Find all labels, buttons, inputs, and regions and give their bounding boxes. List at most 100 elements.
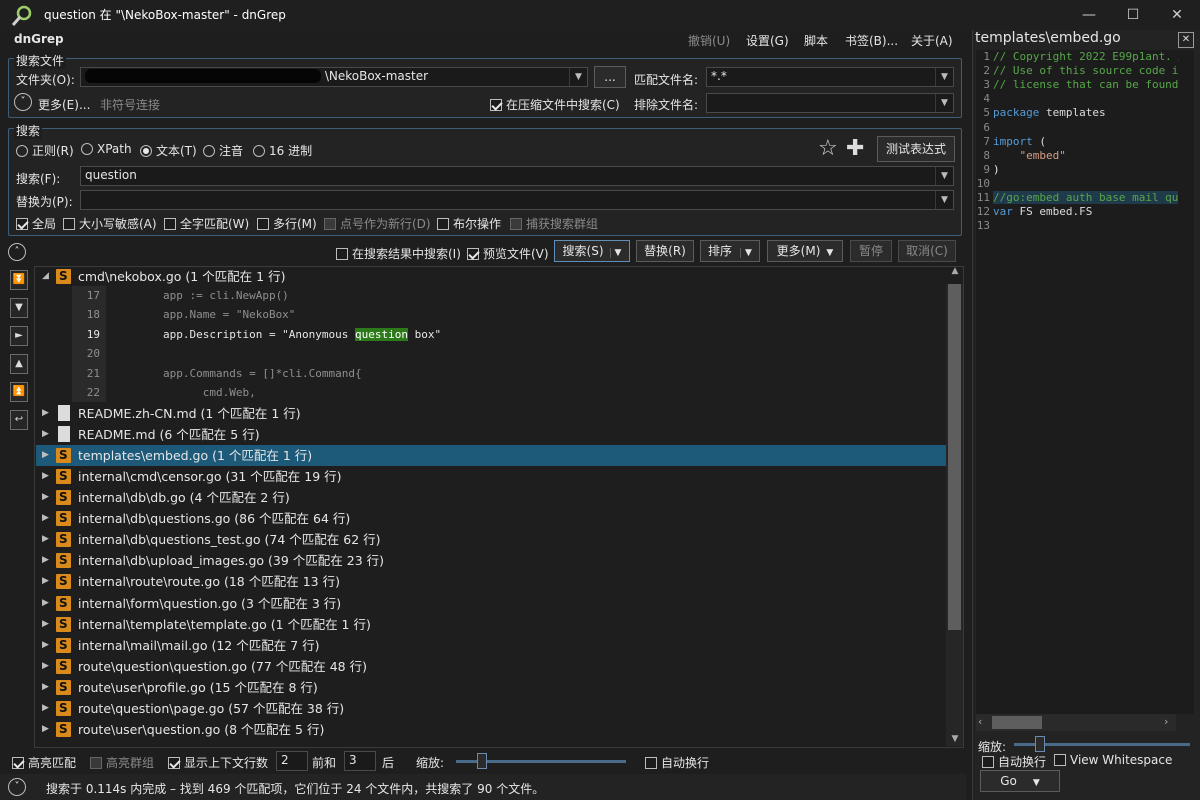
previous-file-icon[interactable]: ▲ — [10, 354, 28, 374]
expand-arrow-icon[interactable]: ▶ — [42, 529, 52, 550]
mode-xpath[interactable]: XPath — [81, 142, 132, 156]
wrap-checkbox[interactable] — [645, 757, 657, 769]
search-button[interactable]: 搜索(S) ▼ — [554, 240, 630, 262]
chevron-down-icon[interactable]: ▼ — [740, 248, 752, 258]
hscroll-thumb[interactable] — [992, 716, 1042, 729]
whitespace-checkbox[interactable] — [1054, 754, 1066, 766]
mode-hex[interactable]: 16 进制 — [253, 142, 312, 159]
regex-radio[interactable] — [16, 145, 28, 157]
option-multiline[interactable]: 多行(M) — [257, 215, 317, 232]
pause-button[interactable]: 暂停 — [850, 240, 892, 262]
global-checkbox[interactable] — [16, 218, 28, 230]
close-button[interactable]: ✕ — [1162, 4, 1192, 26]
result-file-row[interactable]: ▶ route\user\profile.go (15 个匹配在 8 行) — [36, 677, 946, 698]
replace-input[interactable]: ▼ — [80, 190, 954, 210]
result-file-row[interactable]: ▶ internal\cmd\censor.go (31 个匹配在 19 行) — [36, 466, 946, 487]
exclude-filename-combo[interactable]: ▼ — [706, 93, 954, 113]
result-file-row[interactable]: ▶ templates\embed.go (1 个匹配在 1 行) — [36, 445, 946, 467]
scroll-right-icon[interactable]: › — [1164, 715, 1168, 728]
expand-status-icon[interactable]: ˅ — [8, 778, 26, 796]
cancel-button[interactable]: 取消(C) — [898, 240, 956, 262]
option-global[interactable]: 全局 — [16, 215, 56, 232]
sort-button[interactable]: 排序 ▼ — [700, 240, 760, 262]
context-after-input[interactable]: 3 — [344, 751, 376, 771]
show-context-option[interactable]: 显示上下文行数 — [168, 754, 268, 771]
preview-zoom-thumb[interactable] — [1035, 736, 1046, 752]
result-file-row[interactable]: ▶ internal\form\question.go (3 个匹配在 3 行) — [36, 593, 946, 614]
replace-button[interactable]: 替换(R) — [636, 240, 694, 262]
expand-arrow-icon[interactable]: ▶ — [42, 593, 52, 614]
collapse-all-icon[interactable]: ⏫ — [10, 382, 28, 402]
result-file-row[interactable]: ▶ internal\route\route.go (18 个匹配在 13 行) — [36, 571, 946, 592]
boolean-checkbox[interactable] — [437, 218, 449, 230]
phonetic-radio[interactable] — [203, 145, 215, 157]
context-before-input[interactable]: 2 — [276, 751, 308, 771]
result-file-row[interactable]: ▶ internal\template\template.go (1 个匹配在 1… — [36, 614, 946, 635]
preview-file-option[interactable]: 预览文件(V) — [467, 245, 549, 262]
expand-arrow-icon[interactable]: ▶ — [42, 487, 52, 508]
search-input[interactable]: question ▼ — [80, 166, 954, 186]
maximize-button[interactable]: ☐ — [1118, 4, 1148, 26]
result-file-row[interactable]: ▶ README.zh-CN.md (1 个匹配在 1 行) — [36, 403, 946, 424]
more-button[interactable]: 更多(M) ▼ — [767, 240, 843, 262]
expand-arrow-icon[interactable]: ▶ — [42, 677, 52, 698]
whitespace-option[interactable]: View Whitespace — [1054, 753, 1172, 767]
preview-file-checkbox[interactable] — [467, 248, 479, 260]
script-menu[interactable]: 脚本 — [804, 32, 828, 49]
next-match-icon[interactable]: ► — [10, 326, 28, 346]
scroll-left-icon[interactable]: ‹ — [978, 715, 982, 728]
scrollbar-thumb[interactable] — [948, 284, 961, 630]
result-file-row[interactable]: ▶ internal\db\upload_images.go (39 个匹配在 2… — [36, 550, 946, 571]
case-sensitive-checkbox[interactable] — [63, 218, 75, 230]
show-context-checkbox[interactable] — [168, 757, 180, 769]
test-expression-button[interactable]: 测试表达式 — [877, 136, 955, 162]
minimize-button[interactable]: — — [1074, 4, 1104, 26]
highlight-option[interactable]: 高亮匹配 — [12, 754, 76, 771]
expand-arrow-icon[interactable]: ▶ — [42, 656, 52, 677]
chevron-down-icon[interactable]: ▼ — [609, 248, 622, 258]
editor-vscroll[interactable] — [1179, 50, 1194, 714]
expand-arrow-icon[interactable]: ▶ — [42, 550, 52, 571]
hex-radio[interactable] — [253, 145, 265, 157]
collapse-icon[interactable]: ˄ — [8, 243, 26, 261]
results-scrollbar[interactable] — [946, 284, 963, 746]
result-file-row[interactable]: ▶ route\question\page.go (57 个匹配在 38 行) — [36, 698, 946, 719]
xpath-radio[interactable] — [81, 143, 93, 155]
zoom-thumb[interactable] — [476, 753, 487, 769]
expand-arrow-icon[interactable]: ▶ — [42, 424, 52, 445]
wrap-option[interactable]: 自动换行 — [645, 754, 709, 771]
result-file-row[interactable]: ▶ internal\mail\mail.go (12 个匹配在 7 行) — [36, 635, 946, 656]
about-menu[interactable]: 关于(A) — [911, 32, 953, 49]
close-preview-icon[interactable]: ✕ — [1178, 32, 1194, 48]
archive-search-option[interactable]: 在压缩文件中搜索(C) — [490, 96, 620, 113]
preview-zoom-slider[interactable] — [1014, 736, 1190, 752]
result-file-row[interactable]: ▶ internal\db\questions.go (86 个匹配在 64 行) — [36, 508, 946, 529]
mode-text[interactable]: 文本(T) — [140, 142, 197, 159]
option-whole-word[interactable]: 全字匹配(W) — [164, 215, 249, 232]
preview-wrap-option[interactable]: 自动换行 — [982, 753, 1046, 770]
scroll-down-icon[interactable]: ▼ — [948, 734, 962, 748]
expand-arrow-icon[interactable]: ▶ — [42, 466, 52, 487]
undo-menu[interactable]: 撤销(U) — [688, 32, 730, 49]
result-file-row[interactable]: ▶ internal\db\db.go (4 个匹配在 2 行) — [36, 487, 946, 508]
result-file-row[interactable]: ▶ route\user\question.go (8 个匹配在 5 行) — [36, 719, 946, 740]
expand-arrow-icon[interactable]: ▶ — [42, 719, 52, 740]
expand-arrow-icon[interactable]: ▶ — [42, 614, 52, 635]
expand-arrow-icon[interactable]: ▶ — [42, 698, 52, 719]
star-icon[interactable]: ☆ — [818, 138, 838, 160]
highlight-checkbox[interactable] — [12, 757, 24, 769]
multiline-checkbox[interactable] — [257, 218, 269, 230]
preview-editor[interactable]: 1// Copyright 2022 E99p1ant. All 2// Use … — [976, 50, 1194, 714]
plus-icon[interactable]: ✚ — [846, 138, 864, 160]
search-in-results-option[interactable]: 在搜索结果中搜索(I) — [336, 245, 461, 262]
folder-combo[interactable]: \NekoBox-master ▼ — [80, 67, 588, 87]
collapse-arrow-icon[interactable]: ◢ — [42, 266, 52, 287]
mode-regex[interactable]: 正则(R) — [16, 142, 74, 159]
return-icon[interactable]: ↩ — [10, 410, 28, 430]
result-file-row[interactable]: ▶ README.md (6 个匹配在 5 行) — [36, 424, 946, 445]
result-file-row[interactable]: ▶ internal\db\questions_test.go (74 个匹配在 … — [36, 529, 946, 550]
editor-hscroll[interactable]: ‹ › — [976, 714, 1176, 731]
preview-wrap-checkbox[interactable] — [982, 756, 994, 768]
go-button[interactable]: Go ▼ — [980, 770, 1060, 792]
option-case-sensitive[interactable]: 大小写敏感(A) — [63, 215, 157, 232]
